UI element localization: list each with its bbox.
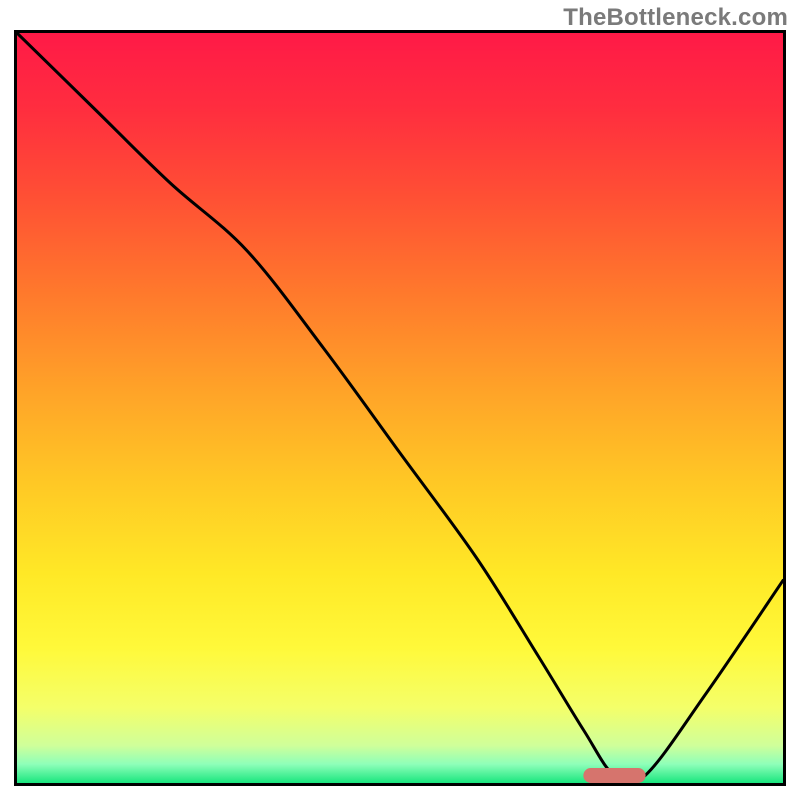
optimal-marker (17, 33, 783, 783)
plot-area (14, 30, 786, 786)
chart-container: TheBottleneck.com (0, 0, 800, 800)
watermark-text: TheBottleneck.com (563, 4, 788, 32)
